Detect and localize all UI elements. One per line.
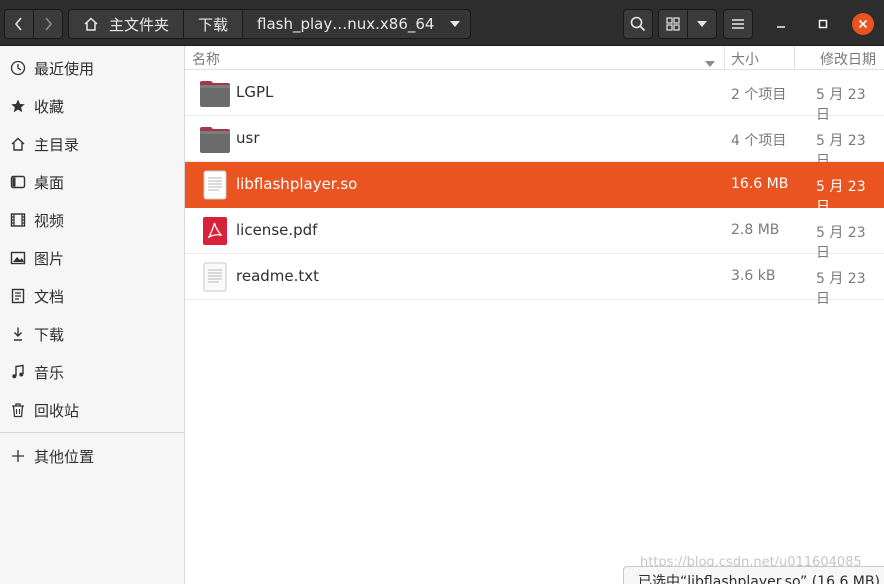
- sidebar-item-label: 主目录: [34, 135, 80, 154]
- column-divider: [794, 46, 795, 70]
- breadcrumb-current[interactable]: flash_play…nux.x86_64: [242, 9, 472, 39]
- sidebar-item-other-locations[interactable]: 其他位置: [0, 437, 184, 475]
- sort-descending-icon: [705, 55, 715, 71]
- sidebar-item-music[interactable]: 音乐: [0, 353, 184, 391]
- file-list: 名称 大小 修改日期 LGPL 2 个项目 5 月 23 日 usr 4 个项目…: [185, 46, 884, 584]
- sidebar-item-label: 音乐: [34, 363, 65, 382]
- search-icon: [630, 16, 646, 32]
- download-icon: [10, 326, 26, 342]
- text-file-icon: [203, 170, 227, 200]
- sidebar-item-label: 回收站: [34, 401, 80, 420]
- video-icon: [10, 212, 26, 228]
- sidebar-item-label: 视频: [34, 211, 65, 230]
- close-button[interactable]: [852, 13, 874, 35]
- column-divider: [724, 46, 725, 70]
- star-icon: [10, 98, 26, 114]
- minimize-icon: [777, 26, 785, 28]
- breadcrumb-home-label: 主文件夹: [109, 15, 170, 34]
- sidebar-item-recent[interactable]: 最近使用: [0, 49, 184, 87]
- hamburger-icon: [732, 19, 744, 29]
- breadcrumb-downloads[interactable]: 下载: [183, 9, 244, 39]
- search-button[interactable]: [623, 9, 653, 39]
- chevron-left-icon: [14, 17, 22, 31]
- file-row[interactable]: usr 4 个项目 5 月 23 日: [185, 116, 884, 169]
- sidebar-item-label: 收藏: [34, 97, 65, 116]
- file-row[interactable]: readme.txt 3.6 kB 5 月 23 日: [185, 254, 884, 307]
- maximize-icon: [818, 19, 828, 29]
- header-bar: 主文件夹 下载 flash_play…nux.x86_64: [0, 0, 884, 46]
- column-modified[interactable]: 修改日期: [820, 49, 876, 69]
- sidebar-item-documents[interactable]: 文档: [0, 277, 184, 315]
- column-size[interactable]: 大小: [731, 49, 759, 69]
- sidebar-item-starred[interactable]: 收藏: [0, 87, 184, 125]
- sidebar-item-label: 文档: [34, 287, 65, 306]
- plus-icon: [10, 448, 26, 464]
- breadcrumb: 主文件夹 下载 flash_play…nux.x86_64: [68, 9, 472, 39]
- trash-icon: [10, 402, 26, 418]
- document-icon: [10, 288, 26, 304]
- home-icon: [83, 16, 99, 32]
- status-bar: 已选中“libflashplayer.so” (16.6 MB): [623, 566, 884, 584]
- forward-button[interactable]: [33, 9, 63, 39]
- column-name[interactable]: 名称: [192, 49, 220, 69]
- menu-button[interactable]: [723, 9, 753, 39]
- sidebar-item-label: 最近使用: [34, 59, 95, 78]
- sidebar-item-pictures[interactable]: 图片: [0, 239, 184, 277]
- folder-icon: [200, 127, 230, 153]
- sidebar-divider: [0, 432, 184, 433]
- home-icon: [10, 136, 26, 152]
- caret-down-icon: [450, 21, 461, 27]
- file-size: 3.6 kB: [731, 268, 776, 284]
- chevron-right-icon: [45, 17, 53, 31]
- caret-down-icon: [697, 21, 707, 27]
- file-size: 2.8 MB: [731, 222, 780, 238]
- sidebar-item-videos[interactable]: 视频: [0, 201, 184, 239]
- close-icon: [858, 19, 868, 29]
- minimize-button[interactable]: [771, 14, 791, 34]
- file-name: LGPL: [236, 83, 274, 101]
- text-file-icon: [203, 262, 227, 292]
- file-size: 4 个项目: [731, 133, 787, 149]
- file-name: usr: [236, 129, 260, 147]
- sidebar-item-label: 下载: [34, 325, 65, 344]
- sidebar-item-label: 其他位置: [34, 447, 95, 466]
- clock-icon: [10, 60, 26, 76]
- pdf-file-icon: [203, 217, 227, 245]
- breadcrumb-home[interactable]: 主文件夹: [68, 9, 185, 39]
- column-header: 名称 大小 修改日期: [185, 46, 884, 70]
- file-name: readme.txt: [236, 267, 320, 285]
- back-button[interactable]: [4, 9, 34, 39]
- file-row[interactable]: license.pdf 2.8 MB 5 月 23 日: [185, 208, 884, 261]
- file-name: libflashplayer.so: [236, 175, 358, 193]
- file-row-selected[interactable]: libflashplayer.so 16.6 MB 5 月 23 日: [185, 162, 884, 215]
- view-options-button[interactable]: [687, 9, 717, 39]
- sidebar-item-label: 桌面: [34, 173, 65, 192]
- file-size: 2 个项目: [731, 87, 787, 103]
- sidebar-item-downloads[interactable]: 下载: [0, 315, 184, 353]
- sidebar-item-desktop[interactable]: 桌面: [0, 163, 184, 201]
- desktop-icon: [10, 174, 26, 190]
- music-icon: [10, 364, 26, 380]
- grid-view-button[interactable]: [658, 9, 688, 39]
- breadcrumb-current-label: flash_play…nux.x86_64: [257, 15, 435, 33]
- breadcrumb-downloads-label: 下载: [198, 15, 229, 34]
- file-row[interactable]: LGPL 2 个项目 5 月 23 日: [185, 70, 884, 123]
- folder-icon: [200, 81, 230, 107]
- sidebar-item-trash[interactable]: 回收站: [0, 391, 184, 429]
- sidebar-item-home[interactable]: 主目录: [0, 125, 184, 163]
- file-date: 5 月 23 日: [816, 271, 866, 307]
- file-size: 16.6 MB: [731, 176, 789, 192]
- file-name: license.pdf: [236, 221, 318, 239]
- picture-icon: [10, 250, 26, 266]
- sidebar: 最近使用 收藏 主目录 桌面 视频 图片 文档 下载 音乐 回收站 其他位置: [0, 46, 185, 584]
- grid-icon: [666, 17, 680, 31]
- sidebar-item-label: 图片: [34, 249, 65, 268]
- maximize-button[interactable]: [813, 14, 833, 34]
